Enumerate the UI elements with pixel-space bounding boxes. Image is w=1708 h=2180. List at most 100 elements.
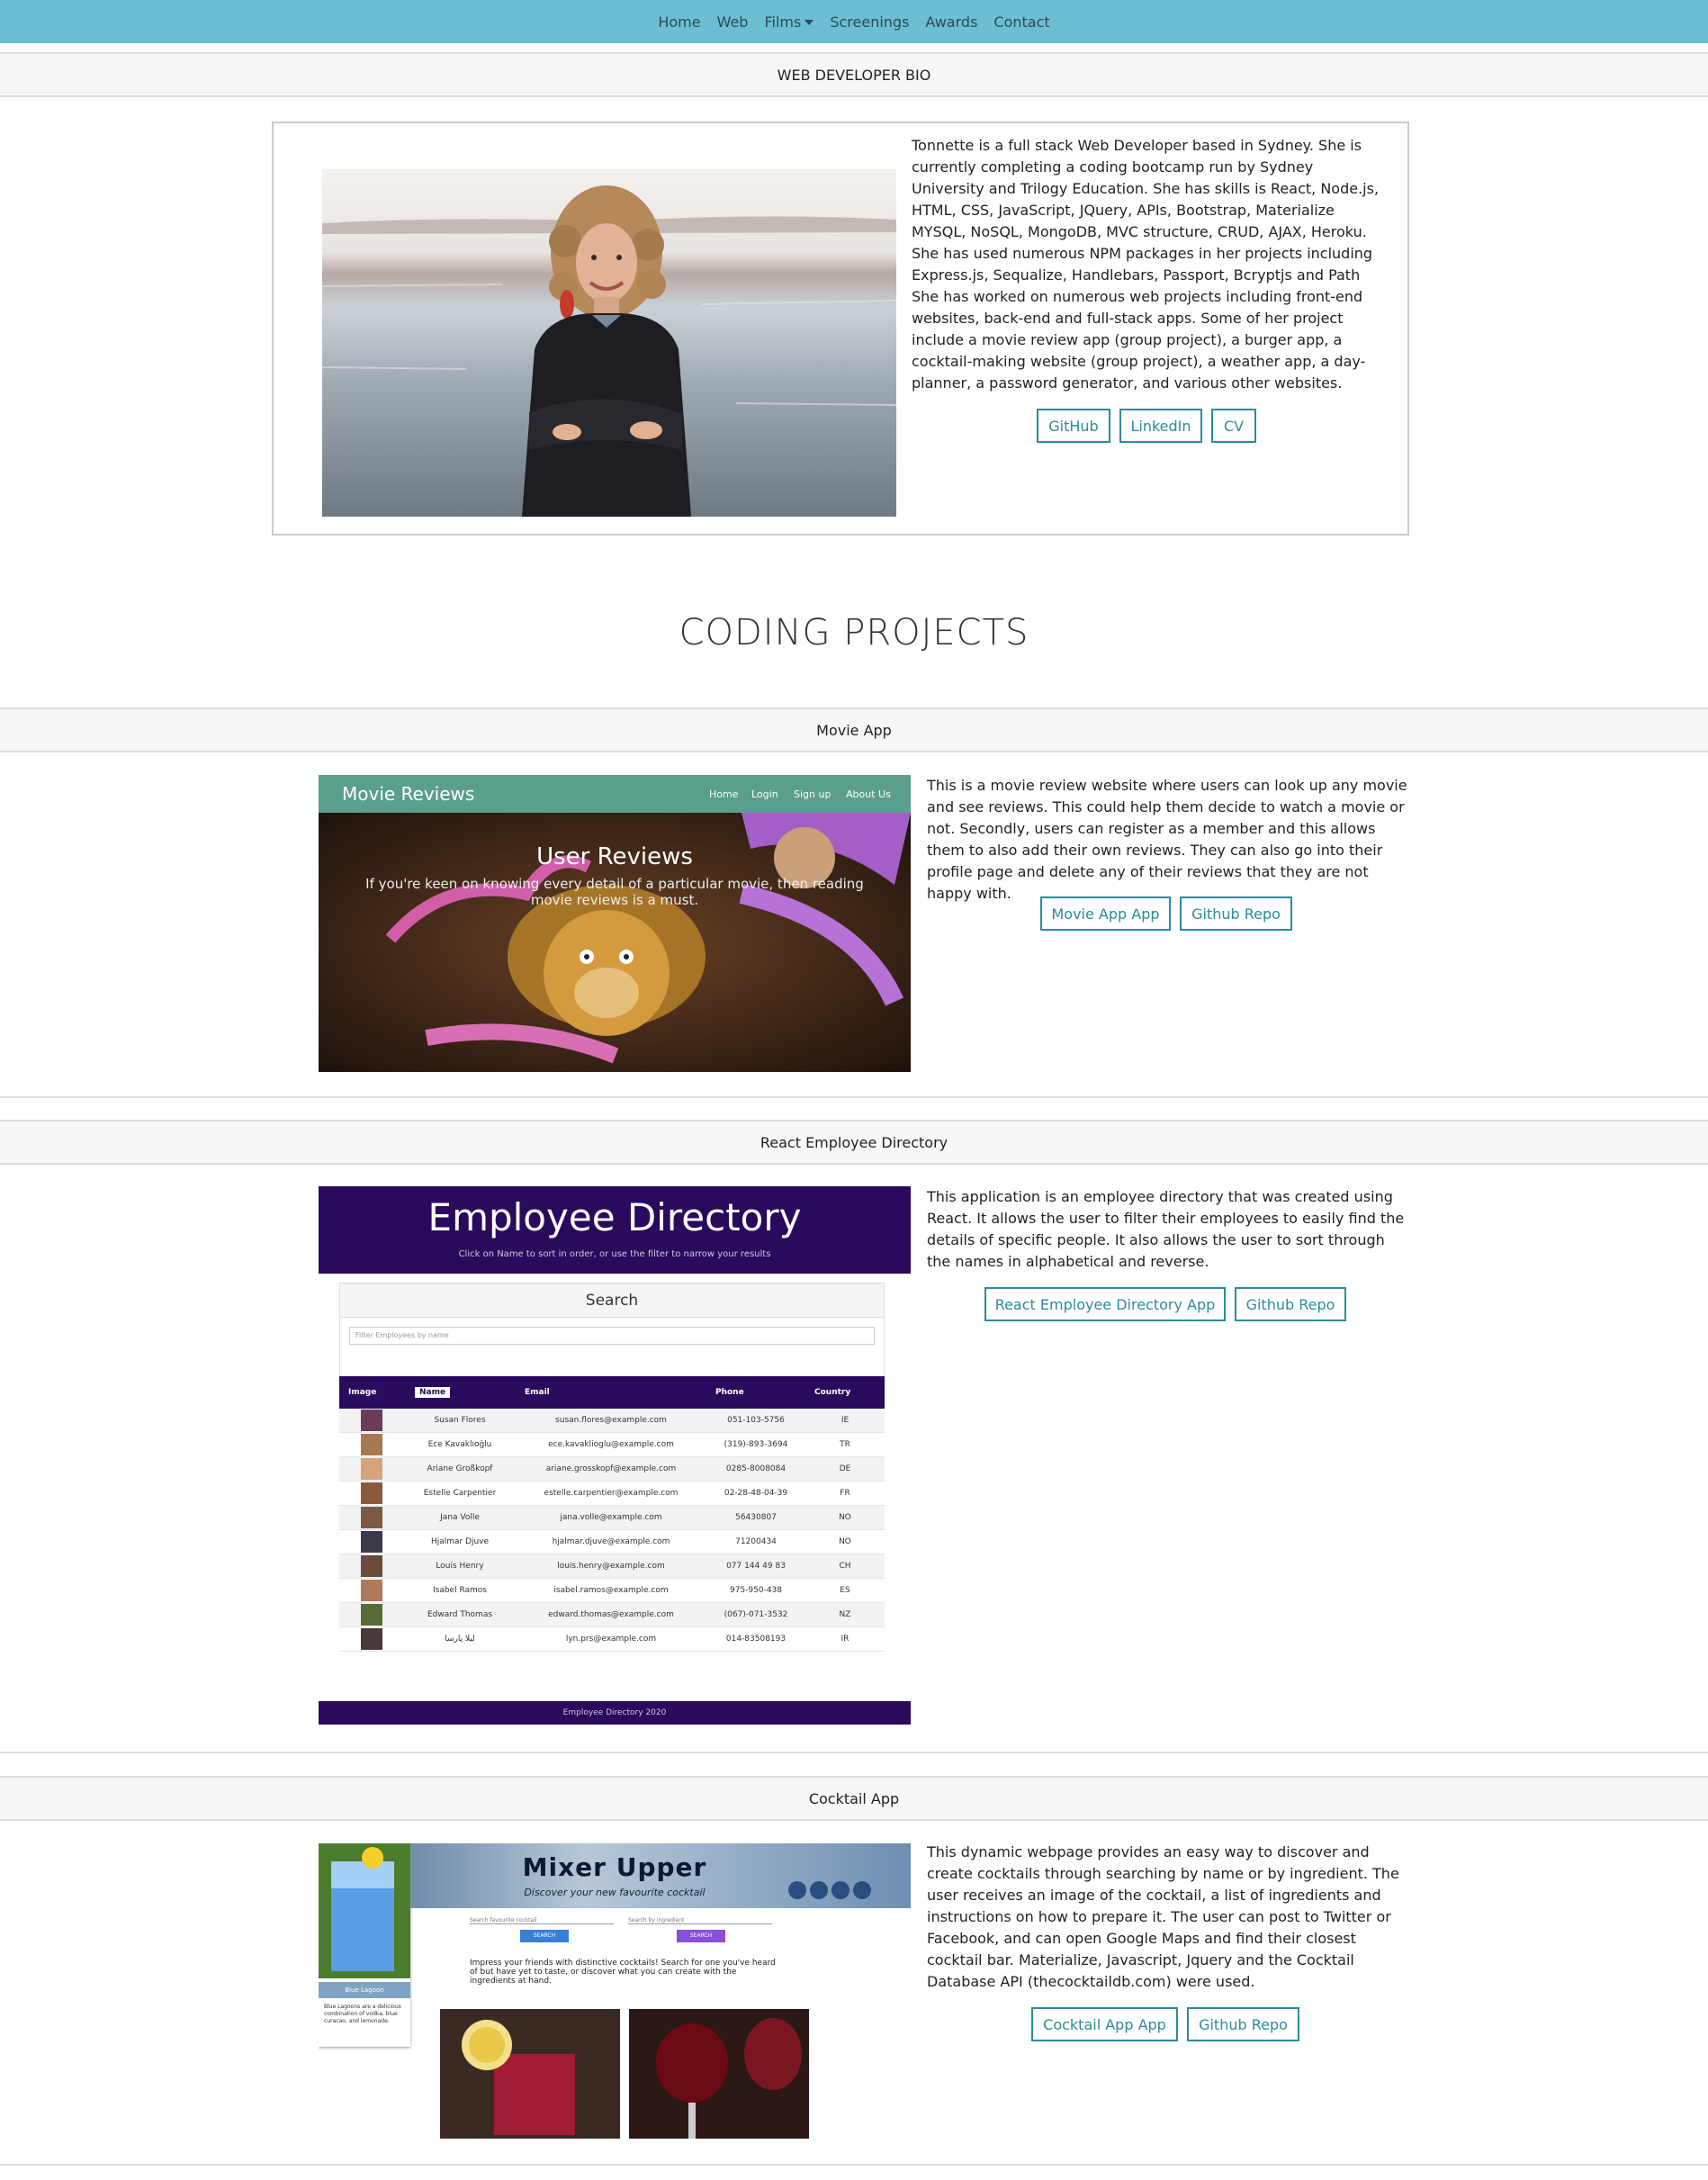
ed-cell-phone: 02-28-48-04-39 <box>724 1489 788 1498</box>
nav-web[interactable]: Web <box>717 14 749 31</box>
cocktail-search-ingredient: Search by ingredient <box>628 1917 772 1924</box>
employee-directory-app-button[interactable]: React Employee Directory App <box>984 1287 1226 1321</box>
ed-cell-name: Susan Flores <box>434 1416 486 1425</box>
movie-app-nav-login: Login <box>751 788 778 800</box>
movie-app-nav-home: Home <box>709 788 739 800</box>
ed-cell-email: jana.volle@example.com <box>560 1513 662 1522</box>
ed-subtext: Click on Name to sort in order, or use t… <box>458 1249 771 1259</box>
ed-cell-country: FR <box>840 1489 850 1498</box>
profile-photo <box>322 169 896 517</box>
employee-directory-screenshot: Employee Directory Click on Name to sort… <box>319 1186 911 1726</box>
project-header-movie-app: Movie App <box>0 707 1708 752</box>
table-row: Jana Volle jana.volle@example.com 56430807… <box>339 1506 885 1530</box>
ed-col-name: Name <box>415 1387 451 1398</box>
employee-directory-description: This application is an employee director… <box>927 1188 1405 1270</box>
home-icon[interactable] <box>788 1881 806 1899</box>
avatar <box>339 1580 404 1601</box>
nav-screenings[interactable]: Screenings <box>830 14 909 31</box>
ed-cell-name: Isabel Ramos <box>432 1586 487 1595</box>
table-row: Estelle Carpentier estelle.carpentier@exa… <box>339 1482 885 1506</box>
ed-col-image: Image <box>348 1388 377 1397</box>
github-button[interactable]: GitHub <box>1037 409 1110 443</box>
ed-cell-name: لیلا پارسا <box>445 1635 475 1644</box>
nav-awards[interactable]: Awards <box>925 14 977 31</box>
employee-directory-github-button[interactable]: Github Repo <box>1235 1287 1346 1321</box>
movie-app-hero-subtext: If you're keen on knowing every detail o… <box>365 876 864 908</box>
nav-home[interactable]: Home <box>658 14 700 31</box>
cocktail-image-2 <box>629 2009 809 2139</box>
ed-col-phone: Phone <box>715 1388 744 1397</box>
cocktail-card-title: Blue Lagoon <box>319 1982 410 1998</box>
ed-cell-email: estelle.carpentier@example.com <box>544 1489 679 1498</box>
ed-cell-country: NZ <box>839 1610 851 1619</box>
ed-search-title: Search <box>340 1284 884 1318</box>
movie-app-app-button[interactable]: Movie App App <box>1040 896 1171 931</box>
ed-cell-country: CH <box>839 1562 851 1571</box>
map-icon[interactable] <box>810 1881 828 1899</box>
ed-cell-email: isabel.ramos@example.com <box>553 1586 669 1595</box>
divider <box>0 2164 1708 2166</box>
avatar <box>339 1604 404 1626</box>
bio-text: Tonnette is a full stack Web Developer b… <box>912 137 1380 392</box>
blue-lagoon-image <box>319 1843 410 1978</box>
ed-cell-email: ece.kavaklioglu@example.com <box>548 1440 674 1449</box>
cocktail-app-github-button[interactable]: Github Repo <box>1187 2007 1299 2041</box>
profile-photo-art <box>322 185 896 517</box>
nav-films-dropdown[interactable]: Films <box>764 14 814 31</box>
movie-app-description: This is a movie review website where use… <box>927 777 1407 902</box>
movie-app-brand: Movie Reviews <box>342 783 475 805</box>
ed-cell-email: susan.flores@example.com <box>555 1416 667 1425</box>
movie-app-github-button[interactable]: Github Repo <box>1180 896 1292 931</box>
divider <box>0 1752 1708 1753</box>
cocktail-card: Blue Lagoon Blue Lagoons are a delicious… <box>319 1843 410 2047</box>
ed-search-input: Filter Employees by name <box>349 1327 875 1345</box>
ed-cell-email: edward.thomas@example.com <box>548 1610 674 1619</box>
nav-contact[interactable]: Contact <box>993 14 1049 31</box>
linkedin-button[interactable]: LinkedIn <box>1119 409 1202 443</box>
avatar <box>339 1458 404 1480</box>
ed-cell-name: Louis Henry <box>436 1562 484 1571</box>
cocktail-card-text: Blue Lagoons are a delicious combination… <box>324 2004 401 2024</box>
nav-films-label: Films <box>764 13 802 31</box>
ed-table-body: Susan Flores susan.flores@example.com 051-… <box>339 1409 885 1652</box>
table-row: Susan Flores susan.flores@example.com 051-… <box>339 1409 885 1433</box>
avatar <box>339 1482 404 1504</box>
ed-cell-country: NO <box>839 1537 851 1546</box>
avatar <box>339 1507 404 1528</box>
ed-table-header: Image Name Email Phone Country <box>339 1376 885 1409</box>
ed-cell-phone: 0285-8008084 <box>725 1464 787 1473</box>
twitter-icon[interactable] <box>832 1881 850 1899</box>
ed-col-name-wrap: Name <box>404 1387 516 1398</box>
movie-app-hero-title: User Reviews <box>536 843 693 870</box>
ed-col-country: Country <box>814 1388 851 1397</box>
ed-cell-phone: 56430807 <box>735 1513 777 1522</box>
ed-cell-phone: (319)-893-3694 <box>724 1440 788 1449</box>
ed-cell-phone: (067)-071-3532 <box>724 1610 788 1619</box>
ed-cell-phone: 71200434 <box>735 1537 777 1546</box>
table-row: Louis Henry louis.henry@example.com 077 14… <box>339 1554 885 1579</box>
cv-button[interactable]: CV <box>1211 409 1256 443</box>
cocktail-image-1 <box>440 2009 620 2139</box>
ed-cell-name: Ece Kavaklıoğlu <box>427 1440 492 1449</box>
avatar <box>339 1434 404 1455</box>
ed-footer: Employee Directory 2020 <box>319 1701 911 1725</box>
cocktail-app-app-button[interactable]: Cocktail App App <box>1031 2007 1178 2041</box>
facebook-icon[interactable] <box>853 1881 871 1899</box>
ed-cell-name: Ariane Großkopf <box>427 1464 493 1473</box>
table-row: Ece Kavaklıoğlu ece.kavaklioglu@example.c… <box>339 1433 885 1457</box>
cocktail-search-name: Search favourite cocktail <box>470 1917 614 1924</box>
ed-cell-email: louis.henry@example.com <box>557 1562 665 1571</box>
ed-cell-name: Hjalmar Djuve <box>430 1537 490 1546</box>
movie-app-navbar: Movie Reviews Home Login Sign up About U… <box>319 775 911 813</box>
avatar <box>339 1628 404 1650</box>
movie-app-nav-about: About Us <box>846 788 891 800</box>
coding-projects-heading: CODING PROJECTS <box>679 612 1029 653</box>
cocktail-search-name-button: SEARCH <box>520 1930 569 1942</box>
ed-cell-phone: 051-103-5756 <box>727 1416 785 1425</box>
movie-app-screenshot: Movie Reviews Home Login Sign up About U… <box>319 775 911 1072</box>
ed-cell-country: NO <box>839 1513 851 1522</box>
ed-cell-country: IR <box>841 1635 850 1644</box>
ed-cell-name: Edward Thomas <box>427 1610 493 1619</box>
ed-col-email: Email <box>525 1388 550 1397</box>
project-header-employee-directory: React Employee Directory <box>0 1120 1708 1165</box>
